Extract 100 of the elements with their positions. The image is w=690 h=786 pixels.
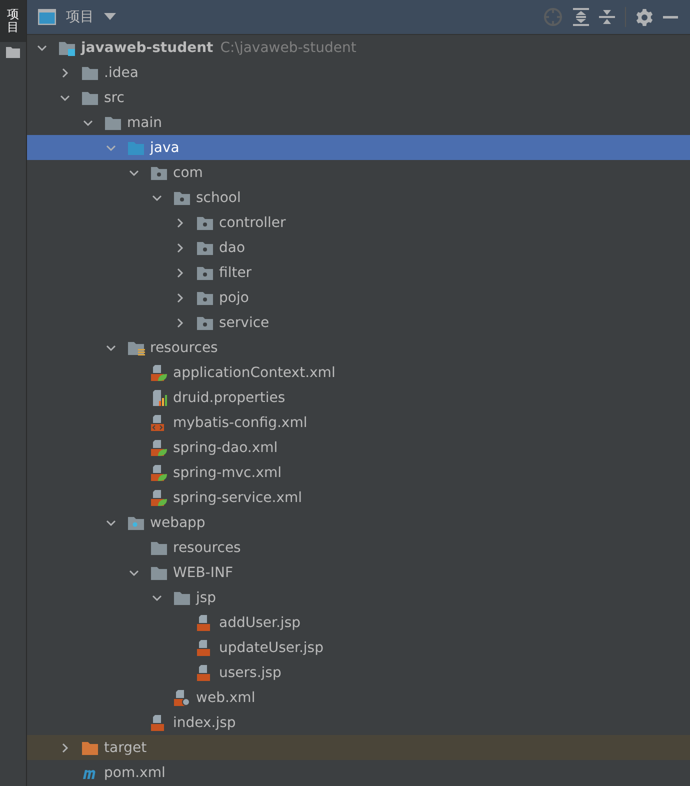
item-path: C:\javaweb-student <box>220 40 356 56</box>
item-label: controller <box>219 214 286 230</box>
tree-item[interactable]: addUser.jsp <box>27 610 690 635</box>
tree-item[interactable]: spring-dao.xml <box>27 435 690 460</box>
chevron-icon[interactable] <box>83 118 93 128</box>
project-tab[interactable]: 项目 <box>0 0 26 42</box>
panel-title[interactable]: 项目 <box>66 8 94 26</box>
item-label: java <box>150 140 180 156</box>
tree-item[interactable]: service <box>27 310 690 335</box>
item-label: pojo <box>219 290 249 306</box>
folder-icon <box>81 90 99 106</box>
tree-item[interactable]: resources <box>27 335 690 360</box>
tree-item[interactable]: spring-mvc.xml <box>27 460 690 485</box>
chart-file-icon <box>150 390 168 406</box>
item-label: webapp <box>150 514 206 530</box>
chevron-icon[interactable] <box>60 92 70 102</box>
folder-icon <box>150 540 168 556</box>
window-icon <box>38 9 56 25</box>
item-label: resources <box>173 540 241 556</box>
item-label: src <box>104 90 124 106</box>
tree-item[interactable]: jsp <box>27 585 690 610</box>
package-folder-icon <box>196 240 214 256</box>
tree-item[interactable]: target <box>27 735 690 760</box>
item-label: jsp <box>196 590 216 606</box>
chevron-icon[interactable] <box>175 242 185 252</box>
tree-item[interactable]: main <box>27 110 690 135</box>
tree-item[interactable]: WEB-INF <box>27 560 690 585</box>
folder-icon <box>150 564 168 580</box>
item-label: javaweb-student <box>81 40 214 56</box>
item-label: updateUser.jsp <box>219 640 324 656</box>
tree-item[interactable]: resources <box>27 535 690 560</box>
item-label: spring-mvc.xml <box>173 464 282 480</box>
item-label: service <box>219 314 270 330</box>
chevron-icon[interactable] <box>106 518 116 528</box>
chevron-icon[interactable] <box>175 318 185 328</box>
chevron-icon[interactable] <box>175 268 185 278</box>
tree-item[interactable]: druid.properties <box>27 385 690 410</box>
tree-item[interactable]: src <box>27 85 690 110</box>
tree-item[interactable]: spring-service.xml <box>27 485 690 510</box>
chevron-icon[interactable] <box>152 192 162 202</box>
tree-item[interactable]: java <box>27 135 690 160</box>
settings-icon[interactable] <box>636 8 653 26</box>
package-folder-icon <box>196 264 214 280</box>
module-folder-icon <box>58 40 76 56</box>
leaf-file-icon <box>150 490 168 506</box>
expand-all-icon[interactable] <box>573 8 589 26</box>
chevron-icon[interactable] <box>37 42 47 52</box>
tree-item[interactable]: controller <box>27 210 690 235</box>
tree-item[interactable]: updateUser.jsp <box>27 635 690 660</box>
folder-icon <box>81 64 99 80</box>
item-label: druid.properties <box>173 390 286 406</box>
web-folder-icon <box>127 514 145 530</box>
folder-icon <box>173 590 191 606</box>
folder-icon[interactable] <box>6 46 20 58</box>
tree-item[interactable]: school <box>27 185 690 210</box>
chevron-icon[interactable] <box>60 742 70 752</box>
leaf-file-icon <box>150 364 168 380</box>
leaf-file-icon <box>150 440 168 456</box>
item-label: filter <box>219 264 252 280</box>
minimize-icon[interactable] <box>663 16 678 18</box>
item-label: spring-service.xml <box>173 490 302 506</box>
chevron-icon[interactable] <box>129 168 139 178</box>
package-folder-icon <box>196 214 214 230</box>
tree-item[interactable]: javaweb-student C:\javaweb-student <box>27 35 690 60</box>
collapse-all-icon[interactable] <box>599 8 615 26</box>
leaf-file-icon <box>150 464 168 480</box>
tree-item[interactable]: applicationContext.xml <box>27 360 690 385</box>
tree-item[interactable]: com <box>27 160 690 185</box>
package-folder-icon <box>196 314 214 330</box>
item-label: pom.xml <box>104 764 166 780</box>
chevron-icon[interactable] <box>129 568 139 578</box>
item-label: resources <box>150 340 218 356</box>
package-folder-icon <box>173 190 191 206</box>
tree-item[interactable]: mybatis-config.xml <box>27 410 690 435</box>
chevron-icon[interactable] <box>152 592 162 602</box>
chevron-icon[interactable] <box>60 68 70 78</box>
item-label: applicationContext.xml <box>173 364 336 380</box>
tree-item[interactable]: index.jsp <box>27 710 690 735</box>
chevron-icon[interactable] <box>175 218 185 228</box>
globe-file-icon <box>173 690 191 706</box>
item-label: dao <box>219 240 246 256</box>
tree-item[interactable]: users.jsp <box>27 660 690 685</box>
package-folder-icon <box>150 164 168 180</box>
chevron-icon[interactable] <box>106 342 116 352</box>
item-label: index.jsp <box>173 714 236 730</box>
tree-item[interactable]: pojo <box>27 285 690 310</box>
folder-icon <box>127 140 145 156</box>
item-label: addUser.jsp <box>219 614 300 630</box>
chevron-icon[interactable] <box>175 292 185 302</box>
folder-icon <box>81 740 99 756</box>
dropdown-caret-icon[interactable] <box>104 13 116 21</box>
item-label: web.xml <box>196 690 256 706</box>
tree-item[interactable]: webapp <box>27 510 690 535</box>
tree-item[interactable]: pom.xml <box>27 760 690 785</box>
tree-item[interactable]: filter <box>27 260 690 285</box>
tree-item[interactable]: dao <box>27 235 690 260</box>
item-label: WEB-INF <box>173 564 233 580</box>
tree-item[interactable]: web.xml <box>27 685 690 710</box>
tree-item[interactable]: .idea <box>27 60 690 85</box>
item-label: target <box>104 740 147 756</box>
